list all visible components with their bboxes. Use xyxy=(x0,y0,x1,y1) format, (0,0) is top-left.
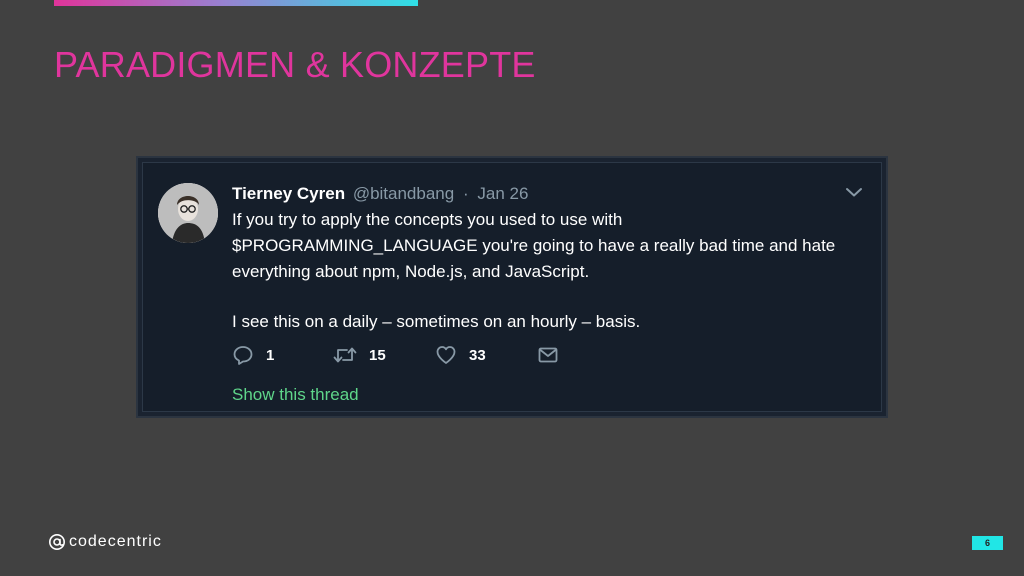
tweet-screenshot-frame: Tierney Cyren @bitandbang · Jan 26 If yo… xyxy=(136,156,888,418)
tweet-body-line-2: $PROGRAMMING_LANGUAGE you're going to ha… xyxy=(232,236,836,255)
tweet-card: Tierney Cyren @bitandbang · Jan 26 If yo… xyxy=(142,162,882,412)
reply-icon xyxy=(232,344,254,366)
tweet-actions: 1 15 33 xyxy=(232,343,632,367)
tweet-body: If you try to apply the concepts you use… xyxy=(232,207,872,335)
chevron-down-icon[interactable] xyxy=(845,185,863,199)
tweet-body-line-4: I see this on a daily – sometimes on an … xyxy=(232,312,641,331)
reply-button[interactable]: 1 xyxy=(232,343,274,367)
heart-icon xyxy=(435,344,457,366)
like-count: 33 xyxy=(469,346,486,364)
mail-icon xyxy=(537,344,559,366)
retweet-count: 15 xyxy=(369,346,386,364)
like-button[interactable]: 33 xyxy=(435,343,486,367)
reply-count: 1 xyxy=(266,346,275,364)
retweet-button[interactable]: 15 xyxy=(333,343,386,367)
retweet-icon xyxy=(333,344,357,366)
tweet-date[interactable]: Jan 26 xyxy=(477,184,528,203)
header-separator: · xyxy=(462,184,469,203)
direct-message-button[interactable] xyxy=(537,343,559,367)
avatar-photo xyxy=(158,183,218,243)
at-sign-logo-icon xyxy=(49,534,65,550)
avatar[interactable] xyxy=(158,183,218,243)
tweet-header: Tierney Cyren @bitandbang · Jan 26 xyxy=(232,184,528,204)
show-thread-link[interactable]: Show this thread xyxy=(232,385,359,405)
top-accent-bar xyxy=(54,0,418,6)
logo-text: codecentric xyxy=(69,533,162,550)
codecentric-logo: codecentric xyxy=(48,531,162,553)
slide-title: PARADIGMEN & KONZEPTE xyxy=(54,44,536,85)
page-number-badge: 6 xyxy=(972,536,1003,550)
author-name[interactable]: Tierney Cyren xyxy=(232,184,345,203)
tweet-body-line-1: If you try to apply the concepts you use… xyxy=(232,210,623,229)
tweet-body-line-3: everything about npm, Node.js, and JavaS… xyxy=(232,262,590,281)
author-handle[interactable]: @bitandbang xyxy=(353,184,454,203)
